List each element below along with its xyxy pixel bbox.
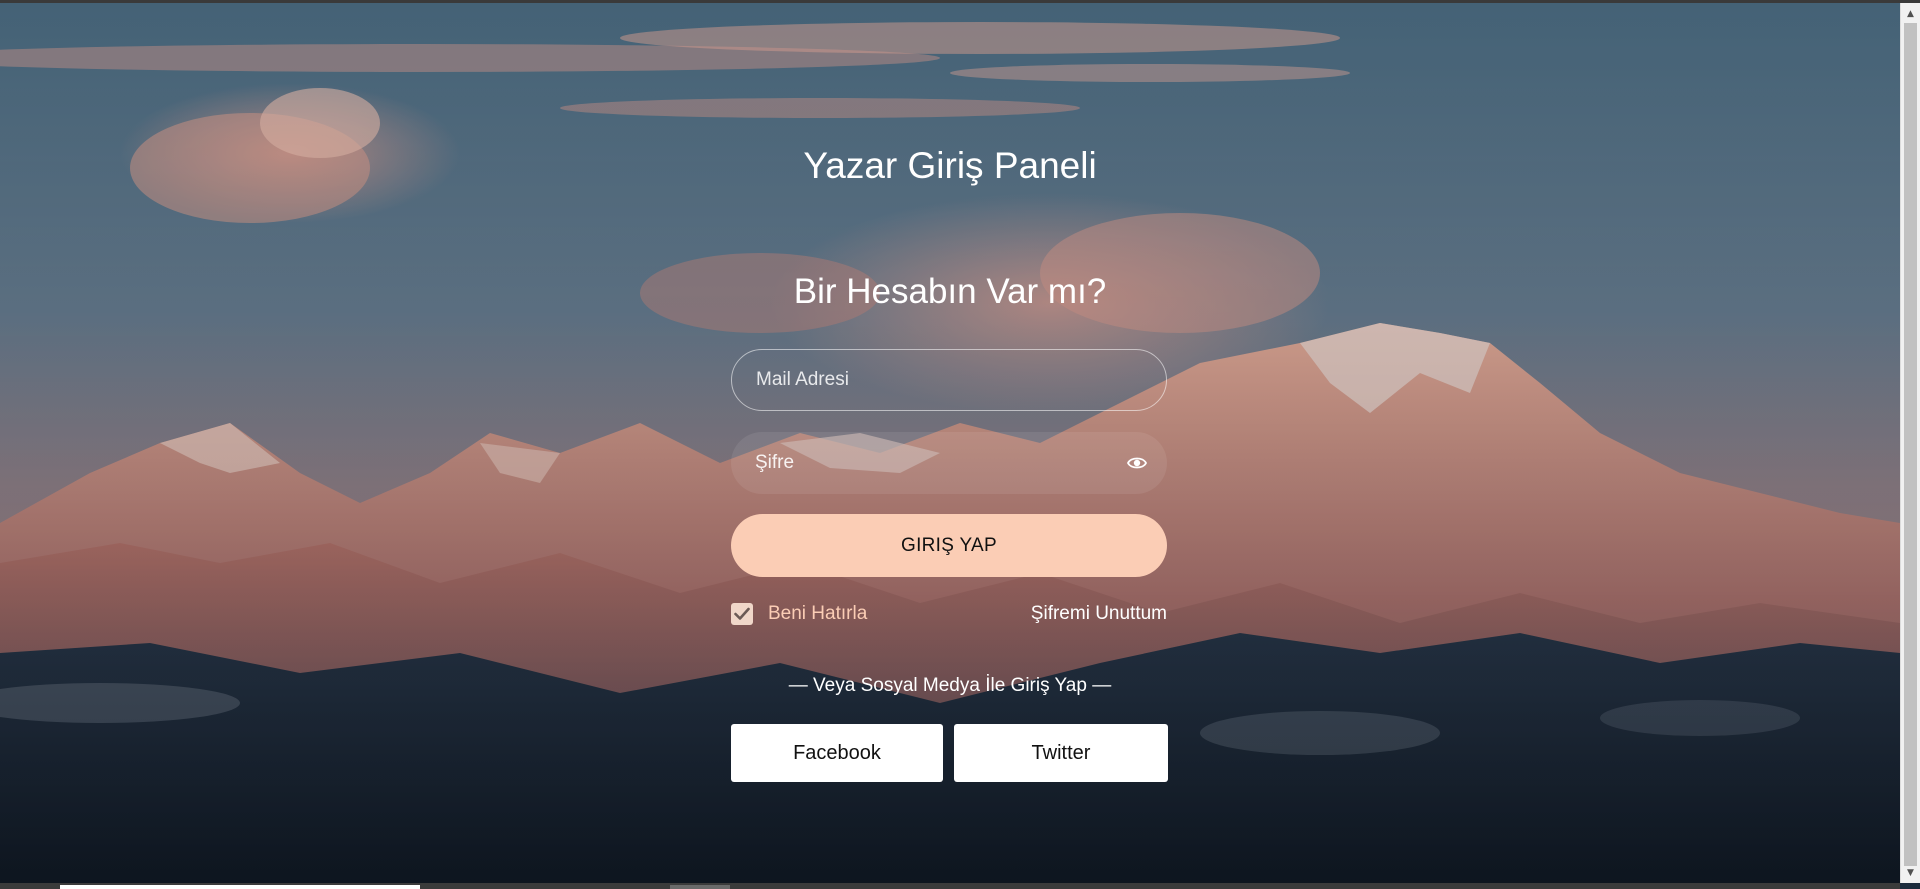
browser-viewport: Yazar Giriş Paneli Bir Hesabın Var mı? G… [0,0,1920,889]
scrollbar-thumb[interactable] [1904,23,1917,866]
taskbar-item[interactable] [670,885,730,889]
page-title: Yazar Giriş Paneli [803,145,1097,186]
facebook-login-button[interactable]: Facebook [731,724,943,782]
password-field-wrapper [731,432,1167,494]
checkmark-icon [734,607,750,620]
scroll-up-arrow-icon[interactable]: ▲ [1901,5,1920,22]
password-input[interactable] [731,432,1111,494]
taskbar-search-box[interactable] [60,885,420,889]
social-login-divider: — Veya Sosyal Medya İle Giriş Yap — [788,675,1112,696]
vertical-scrollbar[interactable]: ▲ ▼ [1900,3,1920,883]
login-subtitle: Bir Hesabın Var mı? [793,272,1107,311]
remember-me-label[interactable]: Beni Hatırla [768,603,867,625]
bottom-taskbar-strip [0,883,1900,889]
remember-forgot-row: Beni Hatırla Şifremi Unuttum [731,602,1167,628]
scroll-down-arrow-icon[interactable]: ▼ [1901,864,1920,881]
login-button[interactable]: GIRIŞ YAP [731,514,1167,577]
twitter-login-button[interactable]: Twitter [954,724,1168,782]
forgot-password-link[interactable]: Şifremi Unuttum [1031,603,1167,625]
remember-me-checkbox[interactable] [731,603,753,625]
email-input[interactable] [731,349,1167,411]
eye-icon[interactable] [1126,454,1148,472]
